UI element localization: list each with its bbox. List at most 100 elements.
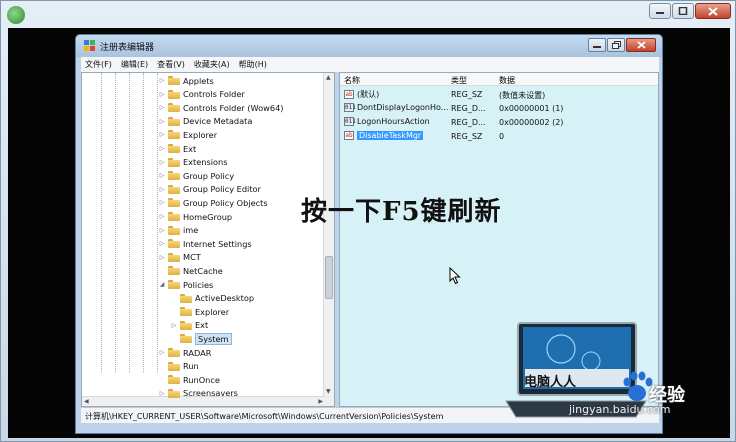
registry-close-button[interactable] xyxy=(626,38,656,52)
tree-item-group-policy-objects[interactable]: ▷ Group Policy Objects xyxy=(158,196,268,209)
tree-item-controls-folder-wow64-[interactable]: ▷ Controls Folder (Wow64) xyxy=(158,101,284,114)
tree-guide-line xyxy=(115,73,116,373)
tree-item-activedesktop[interactable]: ActiveDesktop xyxy=(170,292,254,305)
value-row[interactable]: 011 LogonHoursAction REG_D... 0x00000002 … xyxy=(340,116,658,129)
registry-minimize-button[interactable] xyxy=(588,38,606,52)
tree-item-mct[interactable]: ▷ MCT xyxy=(158,251,201,264)
tree-scroll-thumb[interactable] xyxy=(325,256,333,299)
column-name[interactable]: 名称 xyxy=(344,75,360,86)
tree-item-applets[interactable]: ▷ Applets xyxy=(158,74,214,87)
minimize-button[interactable] xyxy=(649,3,671,19)
scroll-left-icon[interactable]: ◀ xyxy=(84,398,89,405)
expand-arrow-icon[interactable]: ▷ xyxy=(158,104,166,111)
tree-item-group-policy-editor[interactable]: ▷ Group Policy Editor xyxy=(158,183,261,196)
value-name: DisableTaskMgr xyxy=(357,131,424,140)
value-name: (默认) xyxy=(357,90,380,99)
tree-item-homegroup[interactable]: ▷ HomeGroup xyxy=(158,210,232,223)
value-data: (数值未设置) xyxy=(499,91,546,100)
scroll-right-icon[interactable]: ▶ xyxy=(318,398,323,405)
folder-icon xyxy=(168,348,180,357)
menu-edit[interactable]: 编辑(E) xyxy=(121,59,148,70)
tree-item-label: RADAR xyxy=(183,347,212,358)
menu-file[interactable]: 文件(F) xyxy=(85,59,112,70)
column-data[interactable]: 数据 xyxy=(499,75,515,86)
folder-icon xyxy=(168,266,180,276)
mouse-pointer-icon xyxy=(449,267,461,285)
expand-arrow-icon[interactable]: ▷ xyxy=(170,322,178,329)
folder-icon xyxy=(168,212,180,221)
expand-arrow-icon[interactable]: ▷ xyxy=(158,118,166,125)
tree-item-label: ime xyxy=(183,225,199,236)
tree-item-screensavers[interactable]: ▷ Screensavers xyxy=(158,387,238,400)
expand-arrow-icon[interactable]: ◢ xyxy=(158,281,166,288)
tree-item-explorer[interactable]: Explorer xyxy=(170,305,229,318)
expand-arrow-icon[interactable]: ▷ xyxy=(158,349,166,356)
expand-arrow-icon[interactable]: ▷ xyxy=(158,172,166,179)
tree-item-device-metadata[interactable]: ▷ Device Metadata xyxy=(158,115,253,128)
tree-item-policies[interactable]: ◢ Policies xyxy=(158,278,214,291)
expand-arrow-icon[interactable]: ▷ xyxy=(158,77,166,84)
expand-arrow-icon[interactable]: ▷ xyxy=(158,131,166,138)
tree-item-extensions[interactable]: ▷ Extensions xyxy=(158,156,228,169)
menu-help[interactable]: 帮助(H) xyxy=(239,59,267,70)
menu-favorites[interactable]: 收藏夹(A) xyxy=(194,59,230,70)
expand-arrow-icon[interactable]: ▷ xyxy=(158,186,166,193)
tree-item-internet-settings[interactable]: ▷ Internet Settings xyxy=(158,237,252,250)
tree-item-label: Group Policy Objects xyxy=(183,197,268,208)
folder-icon xyxy=(168,280,180,289)
tree-item-label: Ext xyxy=(195,320,209,331)
column-type[interactable]: 类型 xyxy=(451,75,467,86)
value-row[interactable]: 011 DontDisplayLogonHo... REG_D... 0x0000… xyxy=(340,102,658,115)
expand-arrow-icon[interactable]: ▷ xyxy=(158,199,166,206)
tree-item-netcache[interactable]: NetCache xyxy=(158,264,223,277)
expand-arrow-icon[interactable]: ▷ xyxy=(158,390,166,397)
registry-titlebar: 注册表编辑器 xyxy=(76,35,662,57)
registry-key-tree[interactable]: ▲ ▼ ◀ ▶ ▷ Applets ▷ Controls Folder ▷ Control… xyxy=(81,72,335,407)
scroll-down-icon[interactable]: ▼ xyxy=(326,388,331,395)
tree-item-label: MCT xyxy=(183,252,201,263)
player-window: 注册表编辑器 文件(F) 编辑(E) 查看(V) 收藏夹(A) 帮助(H) ▲ … xyxy=(0,0,736,442)
expand-arrow-icon[interactable]: ▷ xyxy=(158,227,166,234)
tree-vertical-scrollbar[interactable]: ▲ ▼ xyxy=(323,73,334,406)
tree-item-controls-folder[interactable]: ▷ Controls Folder xyxy=(158,88,245,101)
tree-item-ime[interactable]: ▷ ime xyxy=(158,224,199,237)
expand-arrow-icon[interactable]: ▷ xyxy=(158,254,166,261)
expand-arrow-icon[interactable]: ▷ xyxy=(158,213,166,220)
registry-restore-button[interactable] xyxy=(607,38,625,52)
folder-icon xyxy=(168,252,180,262)
tree-item-label: Explorer xyxy=(195,306,230,317)
expand-arrow-icon[interactable]: ▷ xyxy=(158,91,166,98)
folder-icon xyxy=(168,361,180,371)
maximize-button[interactable] xyxy=(672,3,694,19)
folder-icon xyxy=(168,225,180,235)
watermark-laptop-text: 电脑人人 xyxy=(524,375,577,390)
tree-item-label: Extensions xyxy=(183,157,228,168)
tree-item-label: Group Policy Editor xyxy=(183,184,261,195)
tree-item-explorer[interactable]: ▷ Explorer xyxy=(158,128,217,141)
folder-icon xyxy=(168,89,180,99)
tree-item-system[interactable]: System xyxy=(170,332,232,345)
menu-view[interactable]: 查看(V) xyxy=(157,59,185,70)
close-button[interactable] xyxy=(695,3,731,19)
value-type: REG_D... xyxy=(451,118,486,127)
tree-item-runonce[interactable]: RunOnce xyxy=(158,373,220,386)
tree-item-ext[interactable]: ▷ Ext xyxy=(158,142,197,155)
tree-item-run[interactable]: Run xyxy=(158,360,199,373)
expand-arrow-icon[interactable]: ▷ xyxy=(158,145,166,152)
folder-icon xyxy=(168,76,180,85)
value-row[interactable]: ab (默认) REG_SZ (数值未设置) xyxy=(340,88,658,101)
tree-item-radar[interactable]: ▷ RADAR xyxy=(158,346,212,359)
values-list-header: 名称 类型 数据 xyxy=(340,73,658,86)
expand-arrow-icon[interactable]: ▷ xyxy=(158,159,166,166)
scroll-up-icon[interactable]: ▲ xyxy=(326,74,331,81)
expand-arrow-icon[interactable]: ▷ xyxy=(158,240,166,247)
player-logo-icon xyxy=(7,6,25,24)
restore-icon xyxy=(611,41,621,49)
tree-item-label: Applets xyxy=(183,75,214,86)
tree-item-ext[interactable]: ▷ Ext xyxy=(170,319,209,332)
value-data: 0 xyxy=(499,132,505,141)
value-row-selected[interactable]: ab DisableTaskMgr REG_SZ 0 xyxy=(340,130,658,143)
dword-value-icon: 011 xyxy=(344,117,356,126)
instruction-caption: 按一下F5键刷新 xyxy=(301,197,502,227)
tree-item-group-policy[interactable]: ▷ Group Policy xyxy=(158,169,234,182)
